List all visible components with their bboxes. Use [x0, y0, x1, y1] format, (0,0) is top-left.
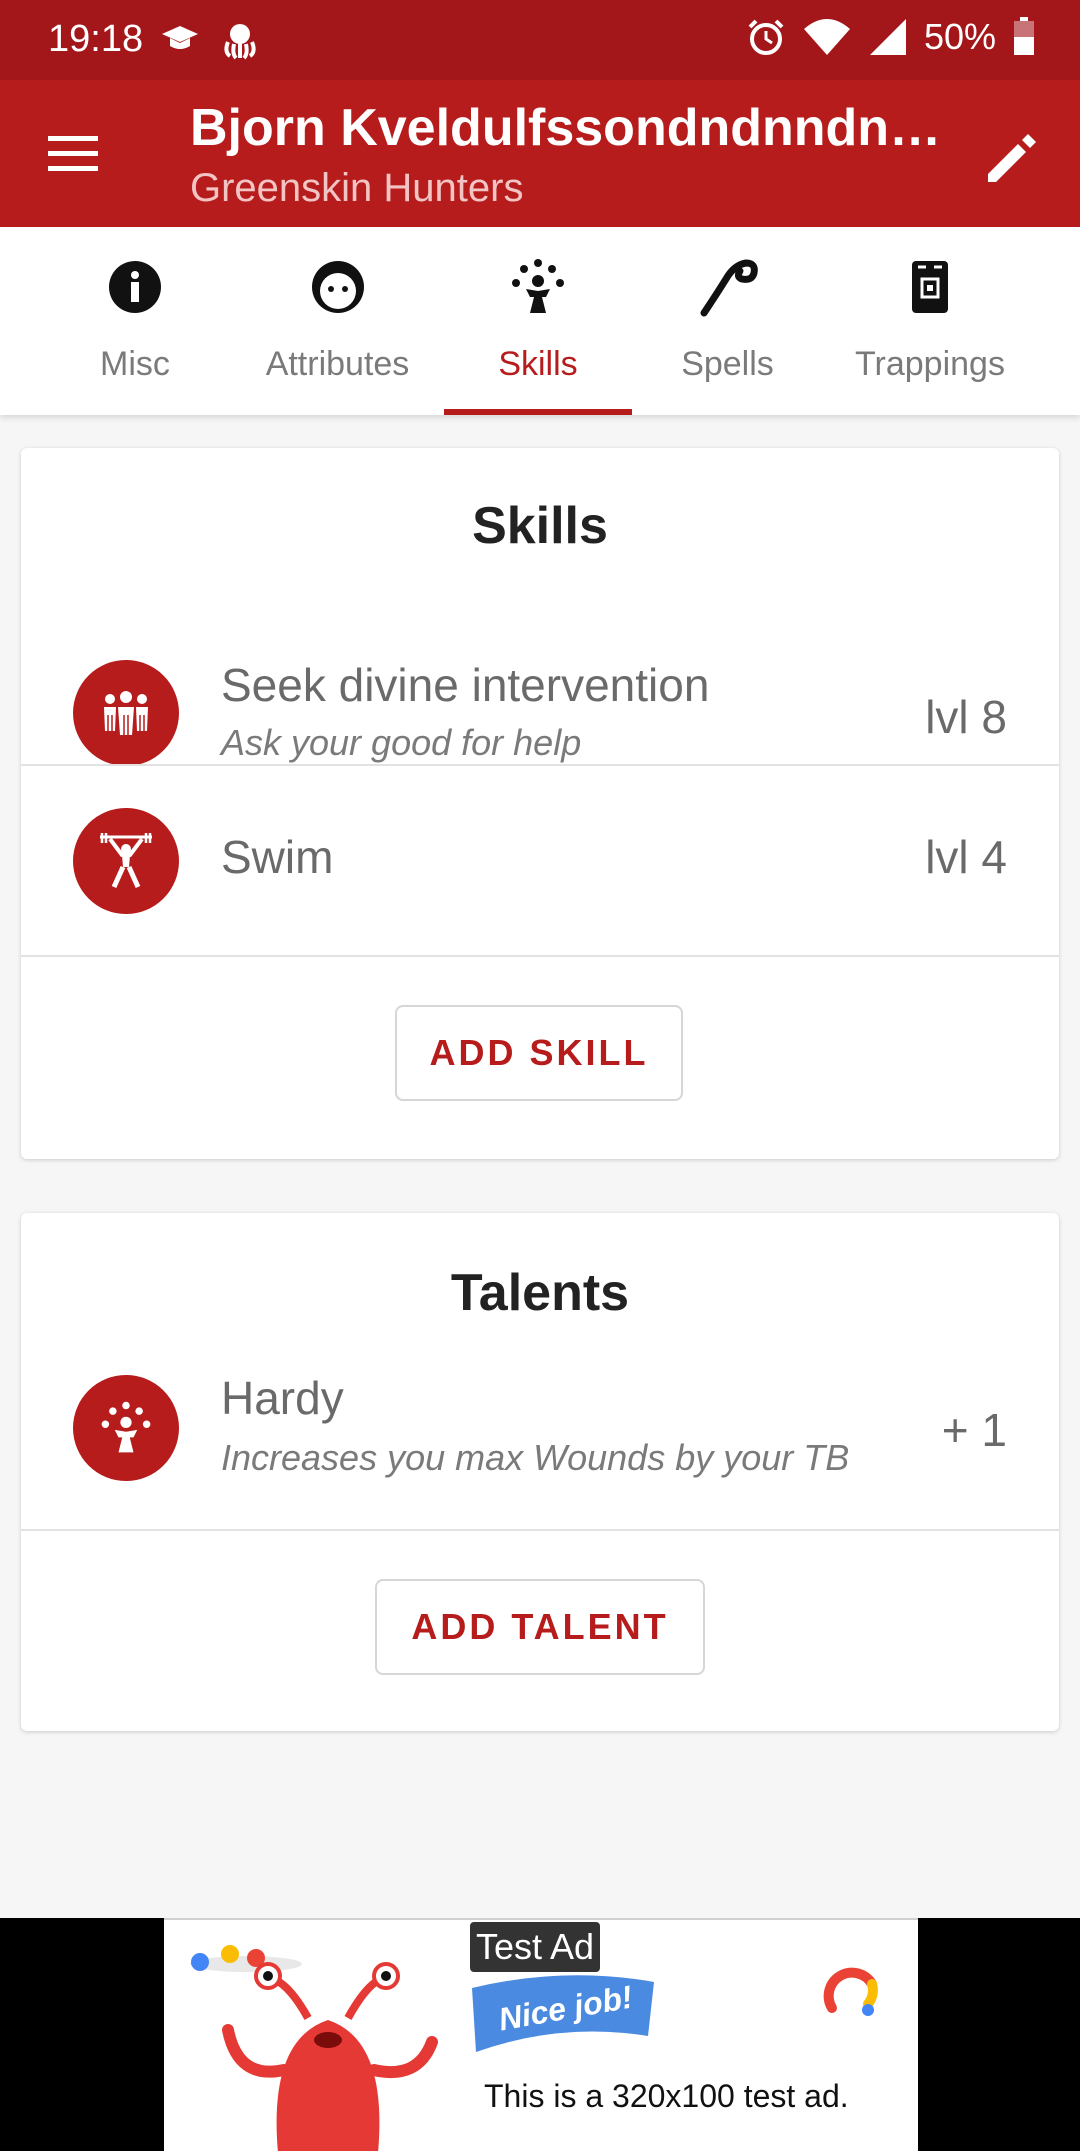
ad-banner-area: Nice job! Test Ad This is a 320x100 test… [0, 1918, 1080, 2151]
test-ad[interactable]: Nice job! Test Ad This is a 320x100 test… [164, 1918, 918, 2151]
skill-name: Swim [221, 831, 334, 883]
tab-misc-label: Misc [100, 345, 170, 383]
ad-flag: Nice job! [464, 1972, 664, 2057]
juggler-icon [512, 259, 564, 313]
tab-trappings[interactable]: Trappings [840, 227, 1020, 415]
skills-card-title: Skills [472, 497, 608, 555]
group-icon [104, 691, 148, 735]
battery-percent: 50% [923, 16, 996, 57]
juggler-icon [101, 1401, 151, 1453]
app-bar: Bjorn Kveldulfssondndnndns… Greenskin Hu… [0, 80, 1080, 227]
talent-avatar [73, 1375, 179, 1481]
alarm-icon [748, 19, 784, 55]
ad-text: This is a 320x100 test ad. [484, 2078, 849, 2114]
test-ad-label: Test Ad [470, 1922, 601, 1972]
edit-pencil-icon[interactable] [978, 124, 1044, 190]
tab-misc[interactable]: Misc [60, 227, 210, 415]
skill-description: Ask your good for help [221, 722, 582, 763]
talent-name: Hardy [221, 1372, 344, 1424]
tab-attributes-label: Attributes [265, 345, 410, 383]
tab-skills-label: Skills [498, 345, 578, 383]
weightlifter-icon [100, 833, 152, 889]
skill-level: lvl 4 [925, 831, 1007, 883]
tab-spells-label: Spells [681, 345, 774, 383]
add-skill-row: ADD SKILL [21, 955, 1059, 1159]
skill-avatar [73, 660, 179, 766]
status-bar: 19:18 50% [0, 0, 1080, 80]
cell-signal-icon [869, 19, 906, 55]
status-right: 50% [746, 16, 1036, 58]
magic-swirl-icon [700, 259, 758, 317]
tab-trappings-label: Trappings [855, 345, 1005, 383]
info-icon [109, 261, 161, 313]
graduation-cap-icon [162, 26, 198, 49]
backpack-icon [912, 261, 948, 313]
tab-skills[interactable]: Skills [444, 227, 632, 415]
skills-card: Skills Seek divine intervention Ask your… [21, 448, 1059, 1159]
face-icon [311, 261, 364, 313]
ads-logo-icon [823, 1967, 878, 2016]
talents-card-title: Talents [450, 1264, 630, 1322]
talents-card: Talents Hardy Increases you max Wounds b… [21, 1213, 1059, 1731]
status-notification-icons [160, 20, 258, 60]
tab-attributes[interactable]: Attributes [250, 227, 425, 415]
character-group: Greenskin Hunters [190, 166, 524, 210]
talent-value: + 1 [941, 1404, 1007, 1456]
add-talent-button[interactable]: ADD TALENT [375, 1579, 705, 1675]
menu-icon[interactable] [40, 124, 106, 184]
active-tab-indicator [444, 409, 632, 415]
tab-bar: Misc Attributes Skills Spells Trappings [0, 227, 1080, 415]
add-skill-button[interactable]: ADD SKILL [395, 1005, 683, 1101]
skill-avatar [73, 808, 179, 914]
add-talent-row: ADD TALENT [21, 1529, 1059, 1731]
battery-icon [1014, 17, 1034, 55]
skill-level: lvl 8 [925, 691, 1007, 743]
octopus-icon [224, 24, 256, 60]
skill-row[interactable]: Swim lvl 4 [21, 764, 1059, 955]
tab-spells[interactable]: Spells [655, 227, 800, 415]
talent-description: Increases you max Wounds by your TB [221, 1437, 850, 1478]
talent-row[interactable]: Hardy Increases you max Wounds by your T… [21, 1363, 1059, 1539]
monster-illustration [190, 1945, 438, 2151]
status-time: 19:18 [48, 18, 144, 60]
character-name: Bjorn Kveldulfssondndnndns… [190, 99, 950, 157]
skill-name: Seek divine intervention [221, 659, 710, 711]
wifi-icon [803, 19, 850, 55]
